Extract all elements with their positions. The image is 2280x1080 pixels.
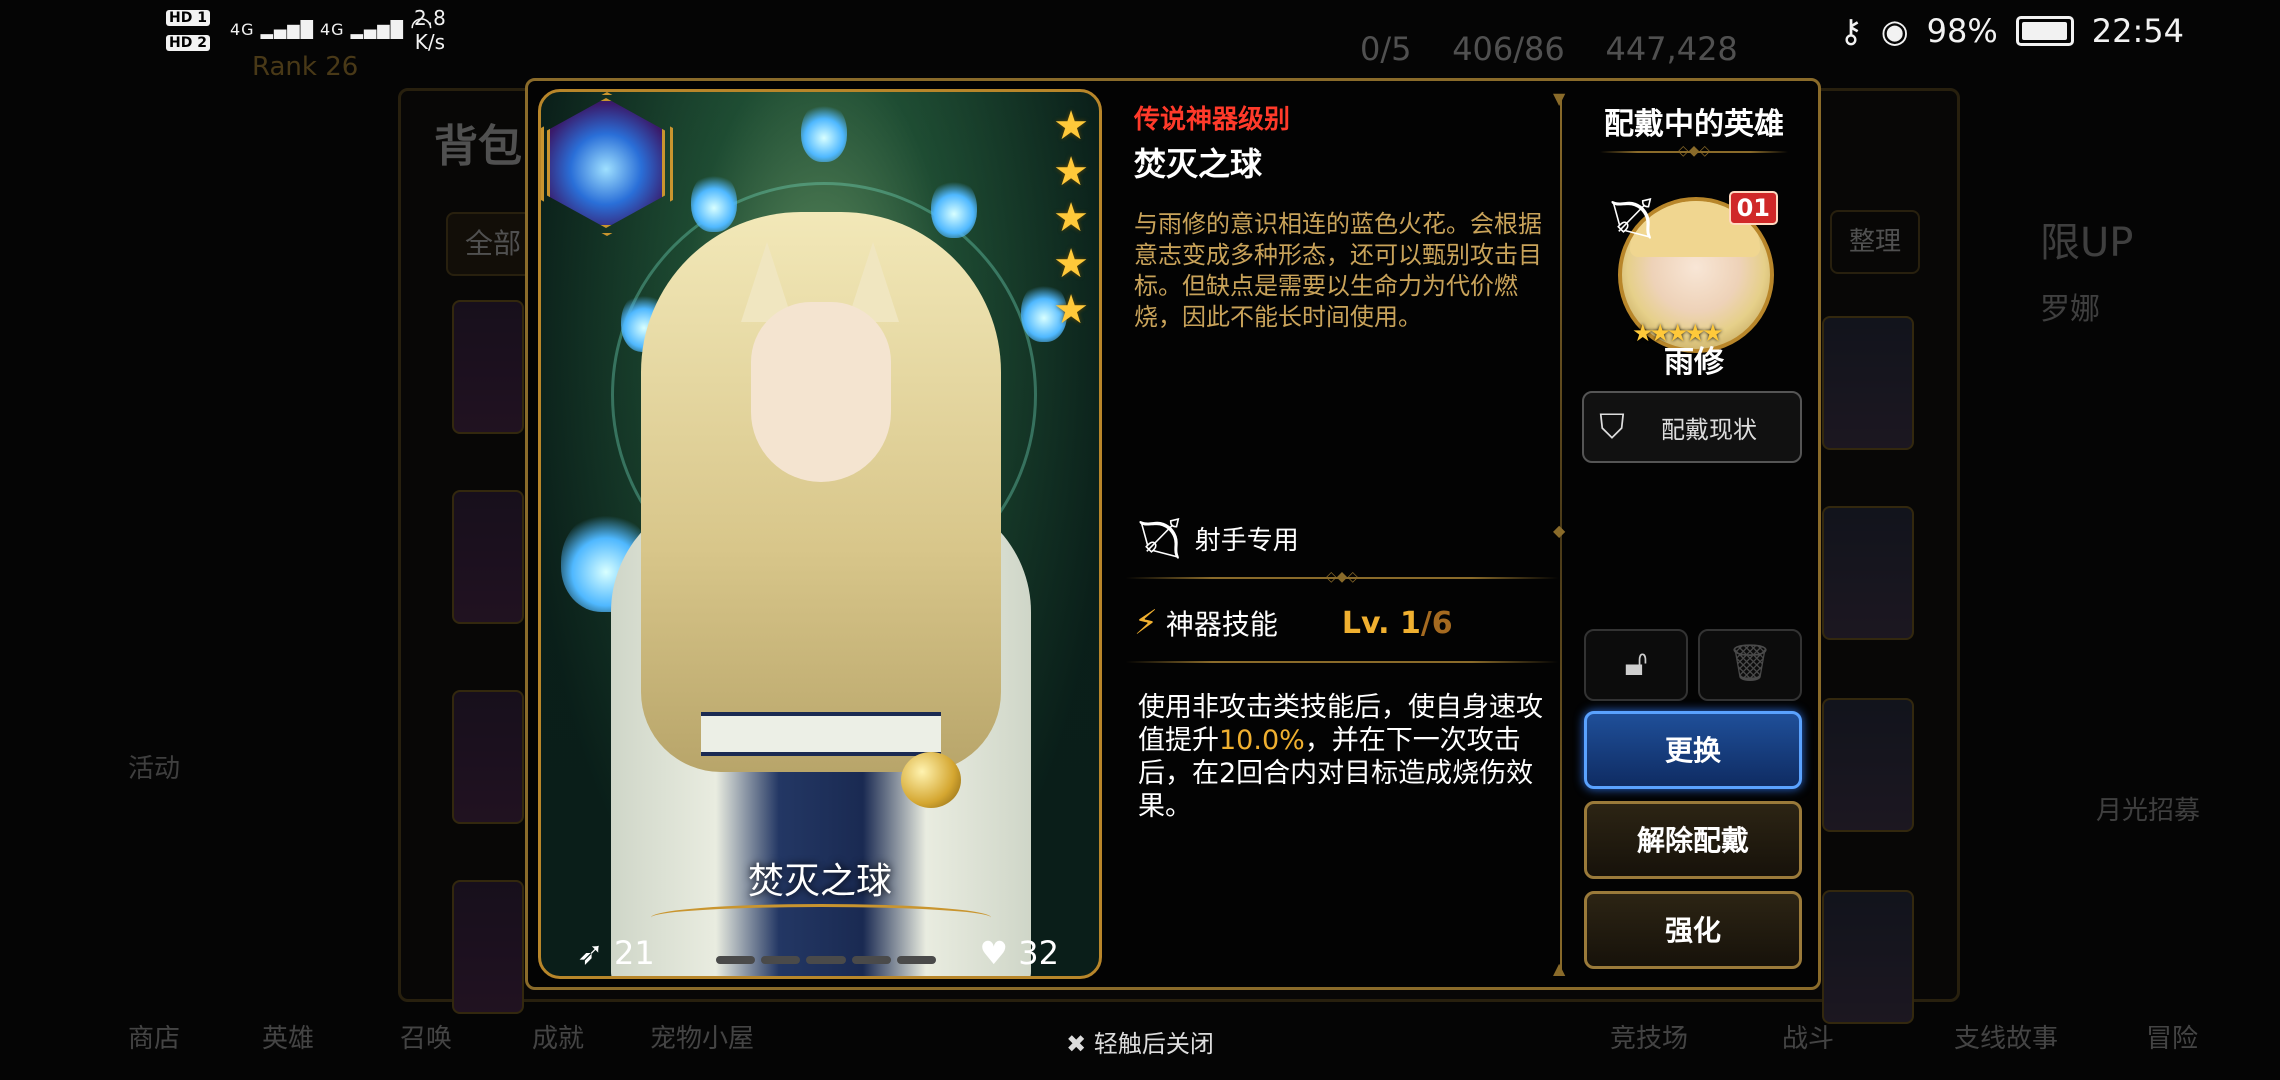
change-button[interactable]: 更换 [1584, 711, 1802, 789]
equip-status-label: 配戴现状 [1661, 415, 1757, 444]
skill-level-max: /6 [1420, 605, 1453, 641]
artifact-description: 与雨修的意识相连的蓝色火花。会根据意志变成多种形态，还可以甄别攻击目标。但缺点是… [1134, 210, 1542, 331]
skill-label: 神器技能 [1165, 608, 1278, 641]
currency-b: 406/86 [1452, 30, 1565, 68]
inventory-item[interactable] [1822, 316, 1914, 450]
close-icon: ✖ [1066, 1030, 1087, 1058]
artifact-stats: ➶ 21 ♥ 32 [541, 934, 1099, 976]
side-banner-label-3[interactable]: 月光招募 [2096, 790, 2200, 827]
equipped-hero-title: 配戴中的英雄 [1604, 107, 1784, 142]
enhance-progress [716, 956, 937, 964]
lock-toggle-button[interactable]: 🔓︎ [1584, 629, 1688, 701]
separator-ornament: ▼ [1553, 89, 1566, 108]
side-banner-label-1[interactable]: 限UP [2040, 210, 2133, 268]
artifact-skill-header: ⚡︎ 神器技能 Lv. 1 /6 [1134, 603, 1558, 643]
bow-icon: 🏹︎ [1134, 516, 1185, 562]
health-stat: ♥ 32 [979, 934, 1059, 972]
section-divider [1126, 661, 1558, 663]
inventory-item[interactable] [452, 300, 524, 434]
class-restriction: 🏹︎ 射手专用 [1134, 515, 1299, 562]
blue-flame-icon [801, 102, 847, 162]
inventory-item[interactable] [1822, 698, 1914, 832]
sort-button[interactable]: 整理 [1830, 210, 1920, 274]
progress-segment [806, 956, 846, 964]
currency-a: 0/5 [1360, 30, 1412, 68]
attack-stat: ➶ 21 [577, 934, 655, 972]
divider-ornament: ◇◆◇ [1325, 569, 1359, 585]
star-icon: ★ [1053, 287, 1089, 333]
star-icon: ★ [1053, 149, 1089, 195]
lightning-icon: ⚡︎ [1134, 603, 1158, 643]
unlock-icon: 🔓︎ [1624, 643, 1648, 684]
artifact-detail-modal: ★ ★ ★ ★ ★ 焚灭之球 ➶ 21 ♥ 32 传说神器级别 焚灭之球 与雨修的意识相… [525, 78, 1821, 990]
blue-flame-icon [691, 172, 737, 232]
hero-name: 雨修 [1664, 345, 1724, 380]
artifact-card-name: 焚灭之球 [747, 861, 892, 902]
health-value: 32 [1018, 934, 1059, 972]
trash-icon: 🗑︎ [1727, 643, 1773, 684]
ranger-class-icon: 🏹︎ [1606, 196, 1657, 242]
tap-to-close-hint[interactable]: ✖ 轻触后关闭 [0, 1024, 2280, 1059]
progress-segment [851, 956, 891, 964]
inventory-item[interactable] [452, 490, 524, 624]
artifact-grade: 传说神器级别 [1134, 105, 1291, 135]
skill-description: 使用非攻击类技能后，使自身速攻值提升10.0%，并在下一次攻击后，在2回合内对目… [1138, 691, 1554, 823]
equipped-hero-panel: 配戴中的英雄 ◇◆◇ 🏹︎ 01 ★★★★★ 雨修 ⛉ 配戴现状 🔓︎ 🗑︎ 更… [1580, 95, 1808, 975]
star-icon: ★ [1053, 103, 1089, 149]
hero-face [751, 302, 891, 482]
divider-ornament: ◇◆◇ [1677, 143, 1711, 159]
progress-segment [716, 956, 756, 964]
currency-bar: 0/5 406/86 447,428 [1360, 30, 1738, 68]
close-hint-label: 轻触后关闭 [1093, 1030, 1214, 1058]
currency-c: 447,428 [1605, 30, 1738, 68]
ornament-divider [651, 904, 991, 931]
artifact-card-art: ★ ★ ★ ★ ★ 焚灭之球 ➶ 21 ♥ 32 [538, 89, 1102, 979]
inventory-title: 背包 [434, 121, 522, 172]
progress-segment [896, 956, 937, 964]
inventory-item[interactable] [452, 880, 524, 1014]
enhance-button[interactable]: 强化 [1584, 891, 1802, 969]
inventory-item[interactable] [1822, 506, 1914, 640]
inventory-item[interactable] [452, 690, 524, 824]
skill-desc-highlight: 10.0% [1219, 725, 1305, 756]
heart-icon: ♥ [979, 934, 1009, 972]
artifact-title: 焚灭之球 [1134, 145, 1263, 183]
equipped-hero-avatar[interactable]: 🏹︎ 01 ★★★★★ [1606, 191, 1778, 355]
skill-level: Lv. 1 [1341, 605, 1421, 641]
shield-icon: ⛉ [1599, 407, 1625, 447]
star-icon: ★ [1053, 241, 1089, 287]
star-icon: ★ [1053, 195, 1089, 241]
unequip-button[interactable]: 解除配戴 [1584, 801, 1802, 879]
hero-level-badge: 01 [1728, 191, 1778, 225]
delete-button[interactable]: 🗑︎ [1698, 629, 1802, 701]
separator-ornament: ▲ [1553, 959, 1566, 978]
hero-belt [701, 712, 941, 756]
blue-flame-icon [931, 178, 977, 238]
equip-status-button[interactable]: ⛉ 配戴现状 [1582, 391, 1802, 463]
class-restriction-label: 射手专用 [1194, 526, 1299, 556]
inventory-item[interactable] [1822, 890, 1914, 1024]
rank-label: Rank 26 [252, 52, 359, 82]
artifact-star-rating: ★ ★ ★ ★ ★ [1053, 106, 1089, 330]
side-event-label[interactable]: 活动 [128, 748, 180, 785]
separator-ornament: ◆ [1553, 521, 1566, 540]
hero-hair [641, 212, 1001, 772]
artifact-info: 传说神器级别 焚灭之球 与雨修的意识相连的蓝色火花。会根据意志变成多种形态，还可… [1126, 95, 1560, 975]
side-banner-label-2: 罗娜 [2040, 292, 2100, 327]
attack-icon: ➶ [577, 934, 604, 972]
golden-bell [901, 752, 961, 808]
attack-value: 21 [613, 934, 655, 972]
progress-segment [761, 956, 801, 964]
